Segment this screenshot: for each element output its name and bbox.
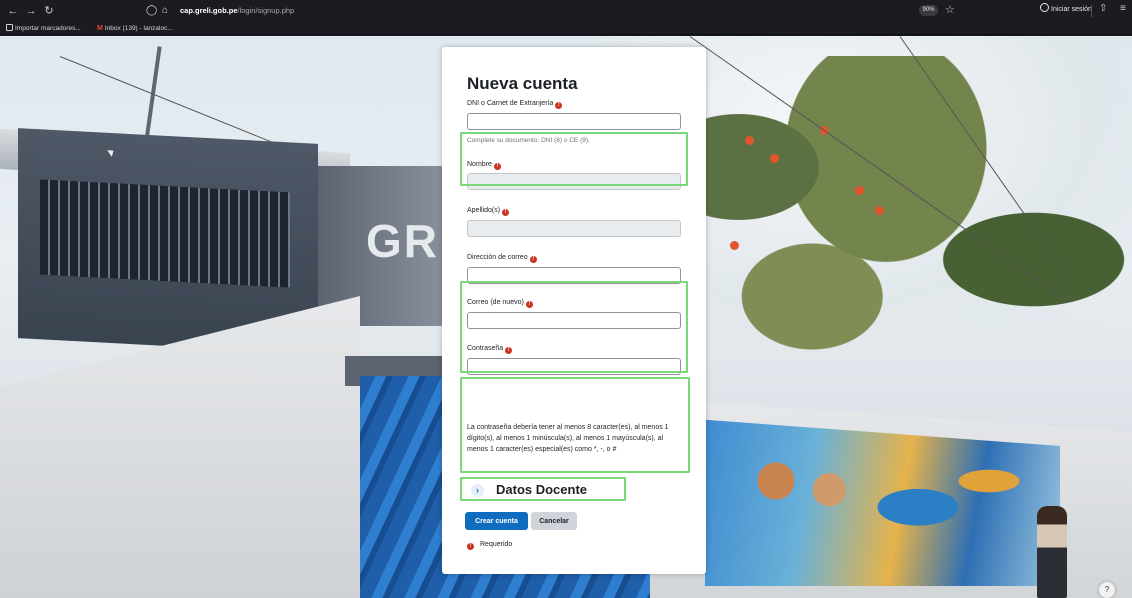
dni-help-text: Complete su documento: DNI (8) o CE (9). [467,137,590,144]
url-path: /login/signup.php [237,6,295,15]
flower [875,206,884,215]
flower [745,136,754,145]
bookmark-import[interactable]: Importar marcadores... [6,22,81,35]
nombre-label-text: Nombre [467,161,492,168]
address-bar[interactable]: ◯ ⌂ cap.greli.gob.pe/login/signup.php 90… [140,2,955,20]
apellidos-label-text: Apellido(s) [467,207,501,214]
required-icon: ! [505,347,513,354]
required-icon: ! [467,543,474,550]
cancel-button[interactable]: Cancelar [531,512,577,530]
email-confirm-input[interactable] [467,312,681,329]
required-icon: ! [493,163,501,170]
browser-toolbar: ← → ↻ ◯ ⌂ cap.greli.gob.pe/login/signup.… [0,0,1132,22]
password-label-text: Contraseña [467,345,504,352]
required-icon: ! [555,102,563,109]
email-label: Dirección de correo! [467,254,537,263]
lock-icon[interactable]: ⌂ [162,4,168,18]
required-legend-text: Requerido [480,541,513,548]
password-requirements-text: La contraseña debería tener al menos 8 c… [467,424,669,453]
pedestrian [1037,506,1067,598]
email-label-text: Dirección de correo [467,254,528,261]
import-icon [6,24,13,31]
share-icon[interactable]: ⇧ [1099,3,1107,14]
chevron-right-icon: › [471,484,484,497]
forward-arrow-icon[interactable]: → [24,4,38,18]
create-account-button[interactable]: Crear cuenta [465,512,528,530]
dni-label-text: DNI o Carnet de Extranjería [467,100,554,107]
bookmark-import-label: Importar marcadores... [15,25,81,32]
flower [855,186,864,195]
datos-docente-section-toggle[interactable]: › Datos Docente [467,480,627,500]
section-title: Datos Docente [496,482,588,497]
required-legend: ! Requerido [467,541,512,550]
dni-label: DNI o Carnet de Extranjería! [467,100,563,109]
url-text[interactable]: cap.greli.gob.pe/login/signup.php [180,5,294,17]
email-input[interactable] [467,267,681,284]
password-label: Contraseña! [467,345,513,354]
email2-label: Correo (de nuevo)! [467,299,533,308]
signup-card: Nueva cuenta DNI o Carnet de Extranjería… [442,47,706,574]
flower [730,241,739,250]
email2-label-text: Correo (de nuevo) [467,299,524,306]
reload-icon[interactable]: ↻ [42,4,56,18]
hamburger-menu-icon[interactable]: ≡ [1120,3,1126,14]
apellidos-label: Apellido(s)! [467,207,510,216]
building-sign: GR [366,215,439,267]
nombre-label: Nombre! [467,161,501,170]
bookmark-gmail-label: Inbox (139) - lanzaloc... [104,25,173,32]
building-windows [40,179,290,288]
back-arrow-icon[interactable]: ← [6,4,20,18]
page-title: Nueva cuenta [467,74,578,93]
toolbar-separator [1091,5,1092,17]
required-icon: ! [529,256,537,263]
bookmark-gmail[interactable]: M Inbox (139) - lanzaloc... [97,22,173,35]
flower [770,154,779,163]
dni-input[interactable] [467,113,681,130]
account-icon [1040,3,1049,12]
nombre-input [467,173,681,190]
bookmarks-bar: Importar marcadores... M Inbox (139) - la… [0,22,1132,35]
help-icon[interactable]: ? [1099,582,1115,598]
zoom-level-badge[interactable]: 90% [919,5,938,16]
url-host: cap.greli.gob.pe [180,6,238,15]
trees [640,56,1132,426]
bookmark-star-icon[interactable]: ☆ [945,3,955,16]
shield-icon[interactable]: ◯ [146,4,157,18]
signin-button[interactable]: Iniciar sesión [1036,3,1096,17]
required-icon: ! [525,301,533,308]
password-input[interactable] [467,358,681,375]
gmail-icon: M [97,25,103,32]
signin-label: Iniciar sesión [1051,6,1092,13]
apellidos-input [467,220,681,237]
required-icon: ! [502,209,510,216]
